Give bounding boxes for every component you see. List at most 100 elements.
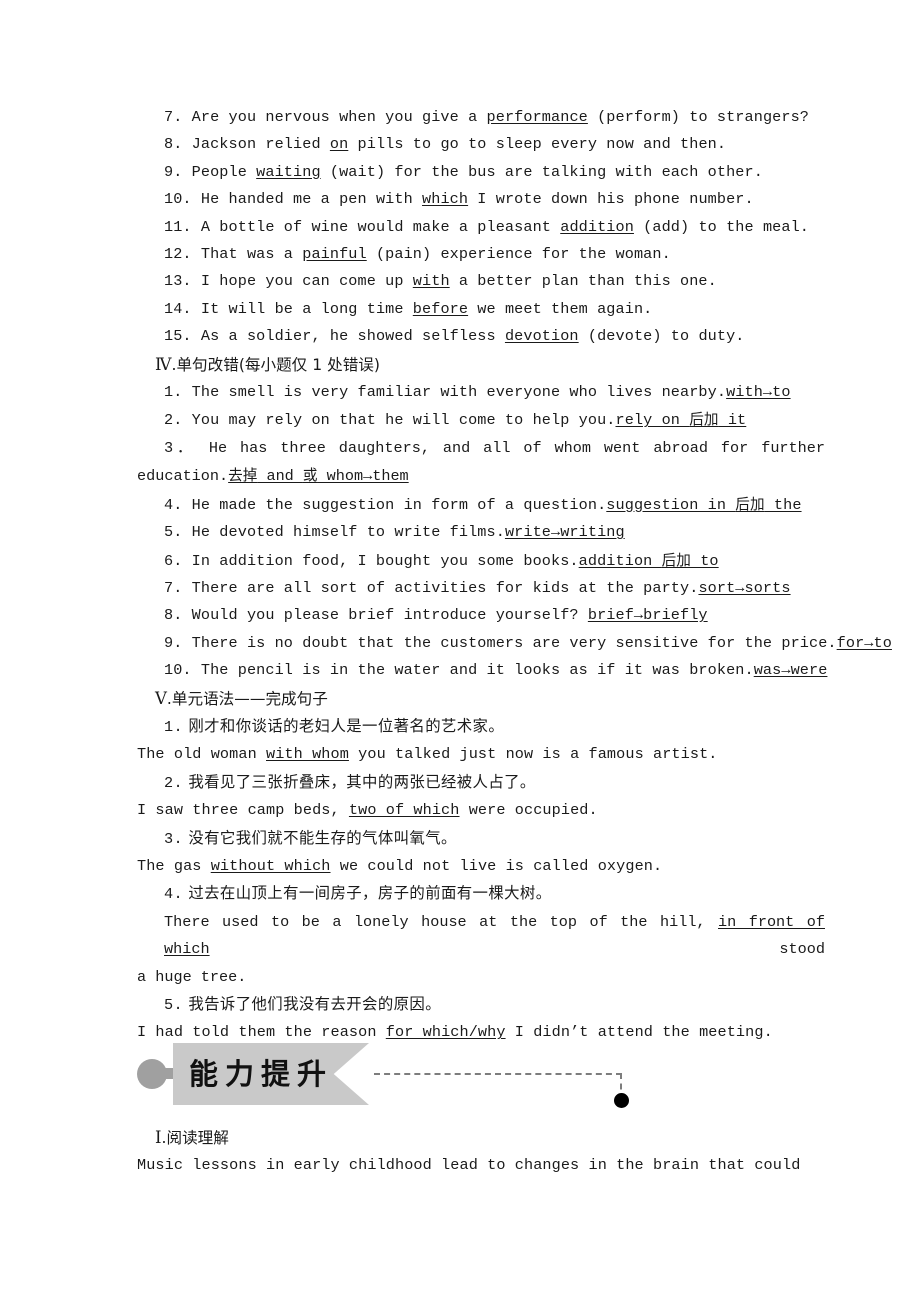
answer-line-a: There used to be a lonely house at the t…: [137, 909, 825, 964]
item-number: 1.: [164, 383, 183, 402]
item-number: 2.: [164, 773, 184, 792]
section-heading-four: Ⅳ.单句改错(每小题仅 1 处错误): [137, 351, 825, 379]
exercise-item: 14. It will be a long time before we mee…: [137, 296, 825, 323]
item-correction: write→writing: [504, 523, 625, 542]
correction-item: 3． He has three daughters, and all of wh…: [137, 435, 825, 491]
item-number: 4.: [164, 885, 184, 904]
section-title: .阅读理解: [161, 1129, 229, 1147]
prompt-cn: 我看见了三张折叠床，其中的两张已经被人占了。: [188, 772, 536, 791]
correction-cn: 后加: [661, 551, 691, 569]
item-text-pre: As a soldier, he showed selfless: [200, 327, 505, 346]
item-correction: brief→briefly: [587, 606, 708, 625]
item-number: 8.: [164, 606, 183, 625]
translation-answer: There used to be a lonely house at the t…: [137, 909, 825, 991]
item-correction: addition 后加 to: [579, 552, 719, 570]
item-number: 4.: [164, 495, 183, 514]
item-number: 13.: [164, 272, 192, 291]
item-text-post: I wrote down his phone number.: [468, 190, 754, 209]
item-number: 14.: [164, 299, 192, 318]
item-sentence: He made the suggestion in form of a ques…: [191, 495, 607, 514]
answer-post: you talked just now is a famous artist.: [348, 745, 718, 764]
exercise-item: 15. As a soldier, he showed selfless dev…: [137, 323, 825, 350]
section-numeral: Ⅳ: [155, 354, 172, 374]
item-answer: on: [329, 135, 349, 154]
item-text-post: (perform) to strangers?: [587, 108, 810, 126]
section-heading-reading: Ⅰ.阅读理解: [137, 1124, 825, 1152]
answer-pre: The gas: [137, 856, 211, 875]
section-title: .单句改错(每小题仅 1 处错误): [171, 355, 380, 374]
item-text-pre: That was a: [200, 245, 303, 264]
correction-cn-b: 或: [302, 467, 318, 485]
answer-key: without which: [210, 856, 331, 875]
exercise-item: 7. Are you nervous when you give a perfo…: [137, 104, 825, 131]
correction-part-a: addition: [578, 551, 662, 570]
translation-answer: I saw three camp beds, two of which were…: [137, 797, 825, 824]
item-number: 9.: [164, 633, 183, 652]
exercise-item: 11. A bottle of wine would make a pleasa…: [137, 214, 825, 241]
correction-mid: and: [257, 467, 303, 486]
correction-item: 9. There is no doubt that the customers …: [137, 630, 892, 657]
prompt-cn: 我告诉了他们我没有去开会的原因。: [188, 995, 441, 1013]
correction-cn: 后加: [735, 495, 765, 513]
correction-item: 10. The pencil is in the water and it lo…: [137, 657, 827, 684]
item-text-pre: People: [191, 162, 257, 181]
section-banner: 能力提升: [137, 1043, 697, 1108]
banner-dashed-line-icon: [374, 1073, 622, 1075]
item-answer: with: [412, 272, 450, 291]
answer-pre: There used to be a lonely house at the t…: [164, 912, 719, 931]
translation-answer: The gas without which we could not live …: [137, 853, 825, 880]
item-text-pre: He handed me a pen with: [200, 190, 423, 209]
item-sentence: There are all sort of activities for kid…: [191, 578, 699, 597]
answer-line-b: a huge tree.: [137, 967, 247, 986]
reading-paragraph-line: Music lessons in early childhood lead to…: [137, 1156, 801, 1175]
item-number: 12.: [164, 245, 192, 264]
prompt-cn: 刚才和你谈话的老妇人是一位著名的艺术家。: [188, 716, 505, 735]
answer-pre: I had told them the reason: [137, 1023, 386, 1042]
banner-right-dot-icon: [614, 1093, 629, 1108]
item-number: 8.: [164, 135, 183, 154]
translation-answer: The old woman with whom you talked just …: [137, 741, 825, 768]
exercise-item: 8. Jackson relied on pills to go to slee…: [137, 131, 825, 158]
correction-cn: 后加: [689, 411, 719, 429]
answer-pre: The old woman: [137, 745, 266, 764]
answer-key: with whom: [266, 745, 349, 764]
correction-part-b: the: [764, 495, 802, 514]
correction-item: 2. You may rely on that he will come to …: [137, 406, 825, 434]
item-sentence: There is no doubt that the customers are…: [191, 633, 837, 652]
answer-key: for which/why: [385, 1023, 506, 1042]
correction-part-a: rely on: [615, 411, 690, 430]
answer-post: were occupied.: [459, 801, 598, 820]
item-text-pre: A bottle of wine would make a pleasant: [200, 217, 561, 236]
item-number: 5.: [164, 996, 184, 1014]
item-sentence: ． He has three daughters, and all of who…: [173, 438, 825, 457]
item-answer: addition: [560, 217, 634, 236]
item-number: 7.: [164, 108, 183, 126]
item-sentence: Would you please brief introduce yoursel…: [191, 606, 588, 625]
item-number: 7.: [164, 578, 183, 597]
item-sentence: The smell is very familiar with everyone…: [191, 383, 727, 402]
item-correction: rely on 后加 it: [616, 411, 747, 429]
item-number: 3: [164, 438, 174, 457]
item-correction: for→to: [836, 633, 892, 652]
item-text-post: a better plan than this one.: [449, 272, 717, 291]
section-title: .单元语法——完成句子: [166, 689, 328, 708]
item-text-post: pills to go to sleep every now and then.: [348, 135, 727, 154]
item-text-post: (devote) to duty.: [578, 327, 745, 346]
item-sentence: He devoted himself to write films.: [191, 523, 505, 542]
item-text-pre: It will be a long time: [200, 299, 413, 318]
item-answer: waiting: [256, 162, 321, 181]
correction-item: 1. The smell is very familiar with every…: [137, 379, 825, 406]
item-number: 2.: [164, 411, 183, 430]
item-sentence: The pencil is in the water and it looks …: [200, 661, 754, 680]
exercise-item: 10. He handed me a pen with which I wrot…: [137, 186, 825, 213]
item-text-pre: Jackson relied: [191, 135, 330, 154]
item-correction: with→to: [726, 383, 791, 402]
item-text-post: (wait) for the bus are talking with each…: [320, 162, 763, 181]
correction-item: 4. He made the suggestion in form of a q…: [137, 491, 825, 519]
item-text-pre: I hope you can come up: [200, 272, 413, 291]
item-answer: devotion: [504, 327, 579, 346]
prompt-cn: 过去在山顶上有一间房子，房子的前面有一棵大树。: [188, 884, 552, 903]
exercise-item: 12. That was a painful (pain) experience…: [137, 241, 825, 268]
correction-item: 8. Would you please brief introduce your…: [137, 602, 825, 629]
banner-title: 能力提升: [189, 1057, 334, 1091]
